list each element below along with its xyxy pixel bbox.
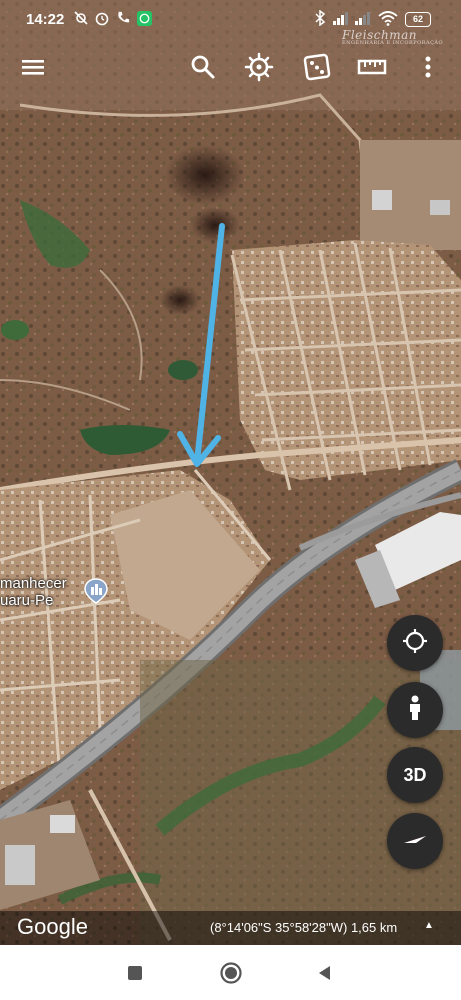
place-pin-icon[interactable] [83, 578, 109, 604]
back-triangle-icon[interactable] [310, 958, 340, 988]
street-view-button[interactable] [387, 682, 443, 738]
my-location-icon [400, 626, 430, 661]
wifi-icon [378, 10, 398, 29]
satellite-map[interactable]: manhecer uaru-Pe [0, 0, 461, 945]
place-label-line2: uaru-Pe [0, 592, 54, 609]
annotation-arrow [177, 223, 225, 467]
three-d-label: 3D [403, 764, 427, 785]
voyager-icon[interactable] [244, 52, 274, 82]
coordinates-scale[interactable]: (8°14'06"S 35°58'28"W) 1,65 km [210, 920, 397, 935]
compass-button[interactable] [387, 813, 443, 869]
alarm-icon [94, 10, 110, 29]
map-info-bar: Google (8°14'06"S 35°58'28"W) 1,65 km ▲ [0, 911, 461, 945]
place-label[interactable]: manhecer uaru-Pe [0, 575, 67, 609]
random-dice-icon[interactable] [302, 52, 332, 82]
watermark-subtitle: ENGENHARIA E INCORPORAÇÃO [342, 40, 444, 46]
menu-icon[interactable] [19, 52, 49, 82]
watermark-logo: Fleischman ENGENHARIA E INCORPORAÇÃO [342, 28, 443, 46]
recents-square-icon[interactable] [120, 958, 150, 988]
phone-icon [116, 10, 131, 28]
expand-caret-icon[interactable]: ▲ [424, 920, 434, 931]
search-icon[interactable] [188, 52, 218, 82]
more-icon[interactable] [413, 52, 443, 82]
system-navigation-bar [0, 945, 461, 1000]
google-logo: Google [17, 914, 88, 939]
three-d-button[interactable]: 3D [387, 747, 443, 803]
location-off-icon [73, 10, 89, 29]
compass-icon [400, 824, 430, 859]
street-view-pegman-icon [400, 693, 430, 728]
signal-icon-2 [354, 10, 372, 29]
place-label-line1: manhecer [0, 575, 67, 592]
whatsapp-icon [137, 11, 152, 29]
clock-time: 14:22 [26, 11, 65, 28]
home-circle-icon[interactable] [216, 958, 246, 988]
bluetooth-icon [314, 9, 326, 29]
battery-icon: 62 [405, 12, 431, 27]
measure-icon[interactable] [357, 52, 387, 82]
my-location-button[interactable] [387, 615, 443, 671]
signal-icon [332, 10, 350, 29]
